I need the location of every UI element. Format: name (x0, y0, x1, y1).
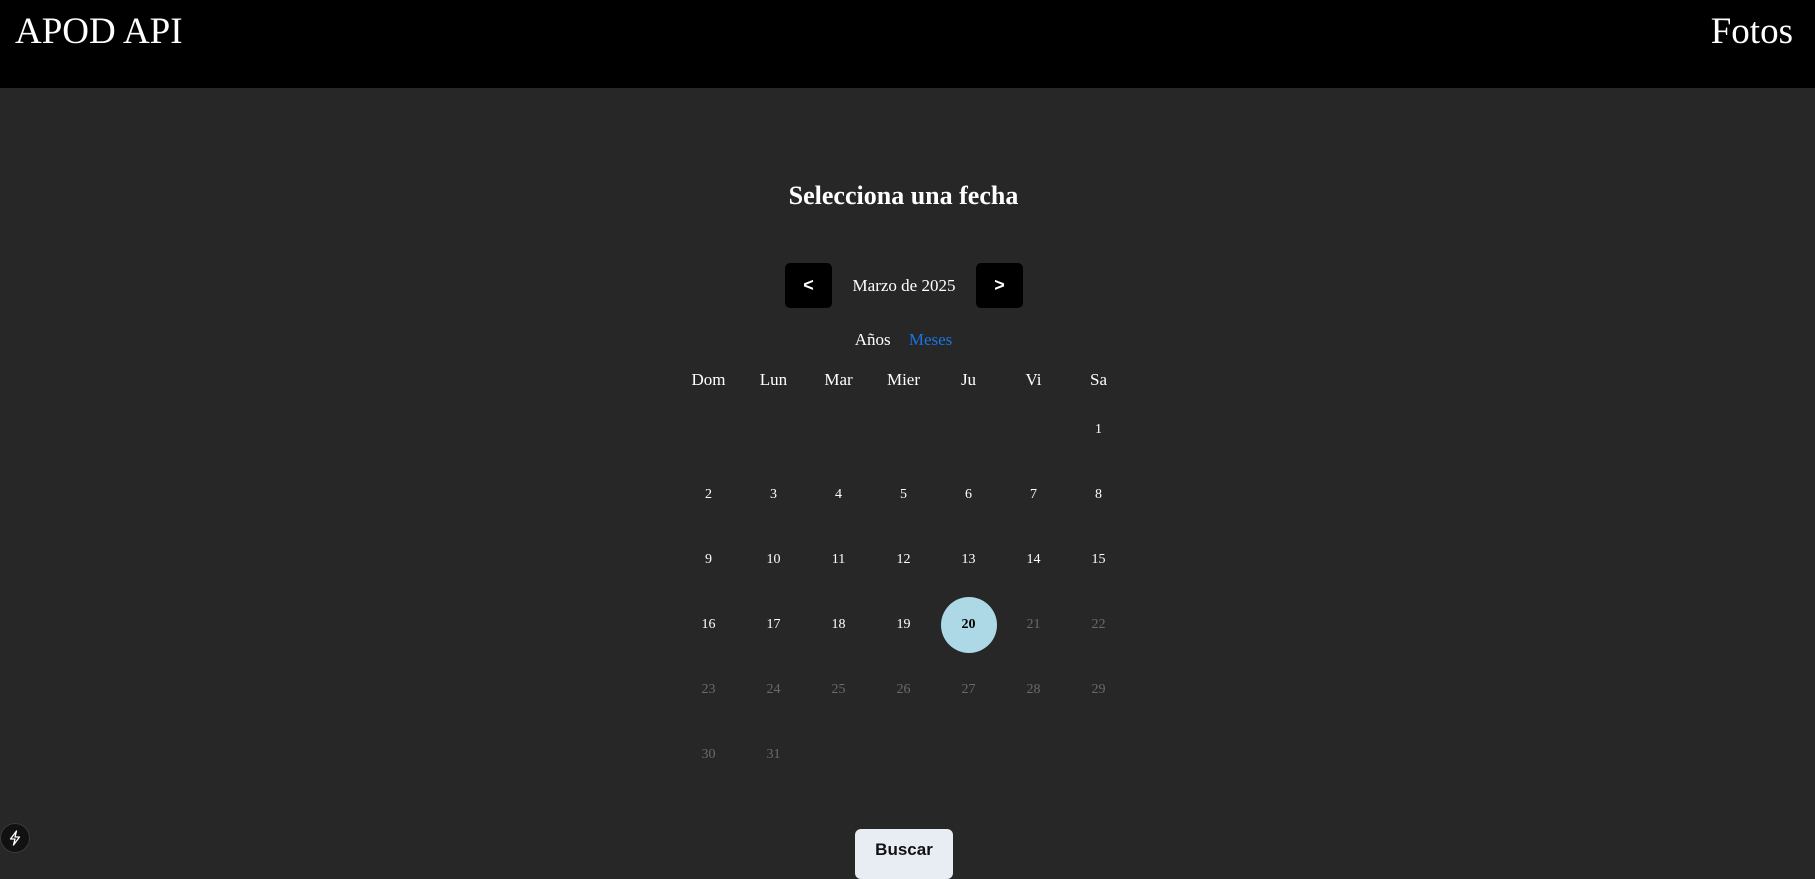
calendar-day-number: 18 (831, 616, 846, 632)
calendar-day: 23 (676, 657, 741, 722)
calendar-day-number: 29 (1091, 681, 1106, 697)
calendar-day[interactable]: 19 (871, 592, 936, 657)
calendar-empty-cell (806, 397, 871, 462)
calendar-day-number: 11 (831, 551, 846, 567)
weekday-label: Vi (1025, 370, 1042, 389)
calendar-day[interactable]: 11 (806, 527, 871, 592)
calendar-day-number: 25 (831, 681, 846, 697)
calendar-day-number: 7 (1030, 486, 1037, 502)
calendar-day: 25 (806, 657, 871, 722)
calendar-day[interactable]: 9 (676, 527, 741, 592)
calendar-day[interactable]: 16 (676, 592, 741, 657)
weekday-header: Dom Lun Mar Mier Ju Vi Sa (676, 366, 1131, 394)
calendar-empty-cell (1001, 397, 1066, 462)
calendar-day: 29 (1066, 657, 1131, 722)
calendar-day: 27 (936, 657, 1001, 722)
weekday-label: Mar (824, 370, 853, 389)
search-button[interactable]: Buscar (855, 829, 953, 879)
calendar-day-number: 16 (701, 616, 716, 632)
calendar-day-number: 30 (701, 746, 716, 762)
calendar-day[interactable]: 7 (1001, 462, 1066, 527)
calendar-day[interactable]: 4 (806, 462, 871, 527)
calendar-day[interactable]: 5 (871, 462, 936, 527)
calendar-day: 28 (1001, 657, 1066, 722)
weekday-label: Sa (1090, 370, 1107, 389)
calendar-day[interactable]: 15 (1066, 527, 1131, 592)
page-title: Selecciona una fecha (788, 181, 1019, 210)
calendar-day[interactable]: 8 (1066, 462, 1131, 527)
calendar-day-number: 5 (900, 486, 907, 502)
weekday-label: Dom (691, 370, 726, 389)
calendar-day-number: 2 (705, 486, 712, 502)
calendar-day: 21 (1001, 592, 1066, 657)
current-month-label: Marzo de 2025 (852, 276, 956, 295)
calendar-day[interactable]: 14 (1001, 527, 1066, 592)
calendar-day-number: 8 (1095, 486, 1102, 502)
calendar-day-number: 14 (1026, 551, 1041, 567)
brand-title: APOD API (15, 11, 183, 52)
calendar-day: 22 (1066, 592, 1131, 657)
weekday-label: Lun (759, 370, 788, 389)
calendar-day[interactable]: 6 (936, 462, 1001, 527)
calendar-empty-cell (741, 397, 806, 462)
calendar-day-number: 26 (896, 681, 911, 697)
calendar-day[interactable]: 13 (936, 527, 1001, 592)
weekday-label: Mier (886, 370, 921, 389)
calendar-day[interactable]: 2 (676, 462, 741, 527)
calendar-empty-cell (676, 397, 741, 462)
calendar-empty-cell (936, 397, 1001, 462)
calendar-day-number: 6 (965, 486, 972, 502)
calendar-day-number: 1 (1095, 421, 1102, 437)
calendar-day-number: 10 (766, 551, 781, 567)
calendar-day-number: 24 (766, 681, 781, 697)
calendar-day-number: 3 (770, 486, 777, 502)
calendar-day[interactable]: 18 (806, 592, 871, 657)
dev-tools-badge[interactable] (0, 823, 30, 853)
calendar-day-number: 23 (701, 681, 716, 697)
calendar-day-number: 28 (1026, 681, 1041, 697)
calendar-day: 31 (741, 722, 806, 787)
years-view-tab[interactable]: Años (855, 329, 891, 351)
calendar-day[interactable]: 1 (1066, 397, 1131, 462)
calendar-empty-cell (871, 397, 936, 462)
calendar-day[interactable]: 3 (741, 462, 806, 527)
calendar-day: 26 (871, 657, 936, 722)
calendar-day-grid: 1 2 3 4 5 6 7 8 9 10 11 12 13 14 15 16 17 18 19 20 21 22 23 24 2… (676, 397, 1131, 787)
calendar-day-number: 9 (705, 551, 712, 567)
weekday-label: Ju (960, 370, 977, 389)
top-bar: APOD API Fotos (0, 0, 1815, 88)
next-month-button[interactable]: > (976, 263, 1023, 308)
view-toggle: Años Meses (0, 329, 1807, 351)
calendar-day: 24 (741, 657, 806, 722)
calendar-day-number: 17 (766, 616, 781, 632)
calendar-day[interactable]: 10 (741, 527, 806, 592)
prev-month-button[interactable]: < (785, 263, 832, 308)
calendar-day-number: 15 (1091, 551, 1106, 567)
calendar-day-number: 4 (835, 486, 842, 502)
lightning-bolt-icon (9, 830, 21, 846)
calendar-day-number: 12 (896, 551, 911, 567)
calendar-day-number: 19 (896, 616, 911, 632)
months-view-tab[interactable]: Meses (909, 329, 952, 351)
calendar-day-number: 13 (961, 551, 976, 567)
calendar-day-selected[interactable]: 20 (936, 592, 1001, 657)
nav-link-fotos[interactable]: Fotos (1711, 10, 1793, 54)
calendar-day-number: 21 (1026, 616, 1041, 632)
calendar-day[interactable]: 12 (871, 527, 936, 592)
calendar-day-number: 27 (961, 681, 976, 697)
calendar-day-number: 31 (766, 746, 781, 762)
calendar-day-number: 22 (1091, 616, 1106, 632)
calendar-day[interactable]: 17 (741, 592, 806, 657)
calendar-day: 30 (676, 722, 741, 787)
calendar-day-number: 20 (940, 596, 997, 653)
